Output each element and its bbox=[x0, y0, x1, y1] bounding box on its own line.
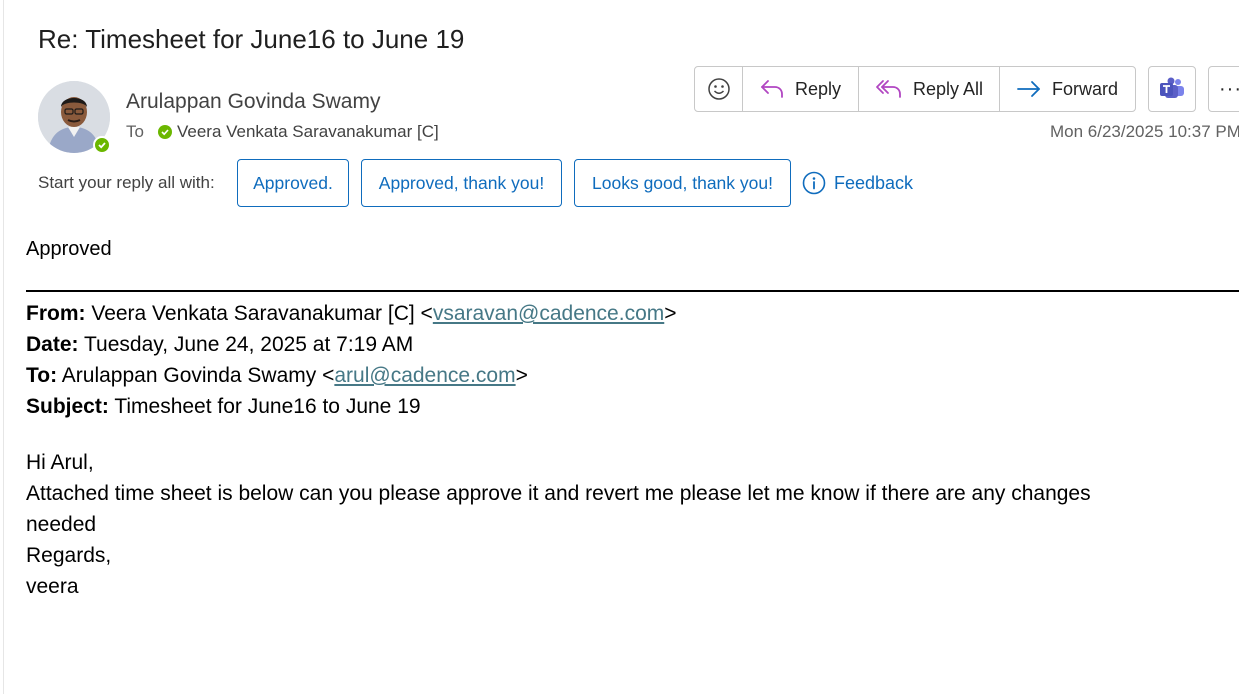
reply-body-text: Approved bbox=[26, 238, 112, 260]
recipient-name[interactable]: Veera Venkata Saravanakumar [C] bbox=[177, 122, 439, 142]
quoted-date-label: Date: bbox=[26, 333, 79, 356]
quoted-date-line: Date: Tuesday, June 24, 2025 at 7:19 AM bbox=[26, 333, 413, 357]
suggested-reply-approved-thank-you[interactable]: Approved, thank you! bbox=[361, 159, 562, 207]
sender-name[interactable]: Arulappan Govinda Swamy bbox=[126, 90, 380, 114]
quoted-to-line: To: Arulappan Govinda Swamy <arul@cadenc… bbox=[26, 364, 528, 388]
sender-avatar[interactable] bbox=[38, 81, 111, 154]
reply-all-label: Reply All bbox=[913, 78, 984, 99]
quoted-to-close: > bbox=[515, 364, 528, 387]
quoted-to-label: To: bbox=[26, 364, 58, 387]
message-line: Hi Arul, bbox=[26, 451, 94, 474]
suggested-reply-looks-good[interactable]: Looks good, thank you! bbox=[574, 159, 791, 207]
email-date: Mon 6/23/2025 10:37 PM bbox=[1050, 122, 1239, 141]
quoted-from-close: > bbox=[664, 302, 677, 325]
message-line: Regards, bbox=[26, 544, 112, 567]
quoted-from-name: Veera Venkata Saravanakumar [C] < bbox=[91, 302, 433, 325]
presence-available-icon bbox=[93, 136, 111, 154]
smiley-icon bbox=[707, 78, 730, 100]
forward-button[interactable]: Forward bbox=[1000, 67, 1135, 111]
quoted-subject-label: Subject: bbox=[26, 395, 109, 418]
quoted-message-divider bbox=[26, 290, 1239, 292]
quoted-from-email-link[interactable]: vsaravan@cadence.com bbox=[433, 302, 664, 325]
quoted-from-line: From: Veera Venkata Saravanakumar [C] <v… bbox=[26, 302, 677, 326]
recipient-presence-icon bbox=[157, 125, 172, 139]
more-actions-button[interactable]: ··· bbox=[1208, 66, 1239, 112]
message-line: Attached time sheet is below can you ple… bbox=[26, 482, 1091, 505]
info-icon bbox=[802, 171, 826, 195]
reaction-button[interactable] bbox=[695, 67, 743, 111]
to-label: To bbox=[126, 122, 144, 141]
feedback-label: Feedback bbox=[834, 172, 914, 193]
reply-icon bbox=[761, 80, 783, 98]
forward-label: Forward bbox=[1052, 78, 1119, 99]
suggested-reply-approved[interactable]: Approved. bbox=[237, 159, 349, 207]
email-subject: Re: Timesheet for June16 to June 19 bbox=[38, 24, 465, 54]
quoted-to-name: Arulappan Govinda Swamy < bbox=[61, 364, 335, 387]
quoted-date-value: Tuesday, June 24, 2025 at 7:19 AM bbox=[83, 333, 414, 356]
reading-pane-border bbox=[3, 0, 4, 694]
quoted-from-label: From: bbox=[26, 302, 86, 325]
reply-button[interactable]: Reply bbox=[743, 67, 859, 111]
teams-chat-button[interactable] bbox=[1148, 66, 1196, 112]
quoted-to-email-link[interactable]: arul@cadence.com bbox=[334, 364, 515, 387]
more-icon: ··· bbox=[1219, 77, 1239, 100]
teams-icon bbox=[1160, 77, 1184, 98]
reply-all-icon bbox=[876, 80, 901, 98]
suggested-replies-label: Start your reply all with: bbox=[38, 173, 215, 192]
message-line: veera bbox=[26, 575, 79, 598]
quoted-subject-line: Subject: Timesheet for June16 to June 19 bbox=[26, 395, 421, 419]
quoted-subject-value: Timesheet for June16 to June 19 bbox=[114, 395, 421, 418]
message-line: needed bbox=[26, 513, 97, 536]
feedback-link[interactable]: Feedback bbox=[802, 171, 913, 195]
message-action-toolbar: Reply Reply All Forward bbox=[694, 66, 1136, 112]
forward-arrow-icon bbox=[1017, 81, 1040, 97]
recipient-line: To Veera Venkata Saravanakumar [C] bbox=[126, 122, 439, 142]
reply-label: Reply bbox=[795, 78, 842, 99]
reply-all-button[interactable]: Reply All bbox=[859, 67, 1000, 111]
